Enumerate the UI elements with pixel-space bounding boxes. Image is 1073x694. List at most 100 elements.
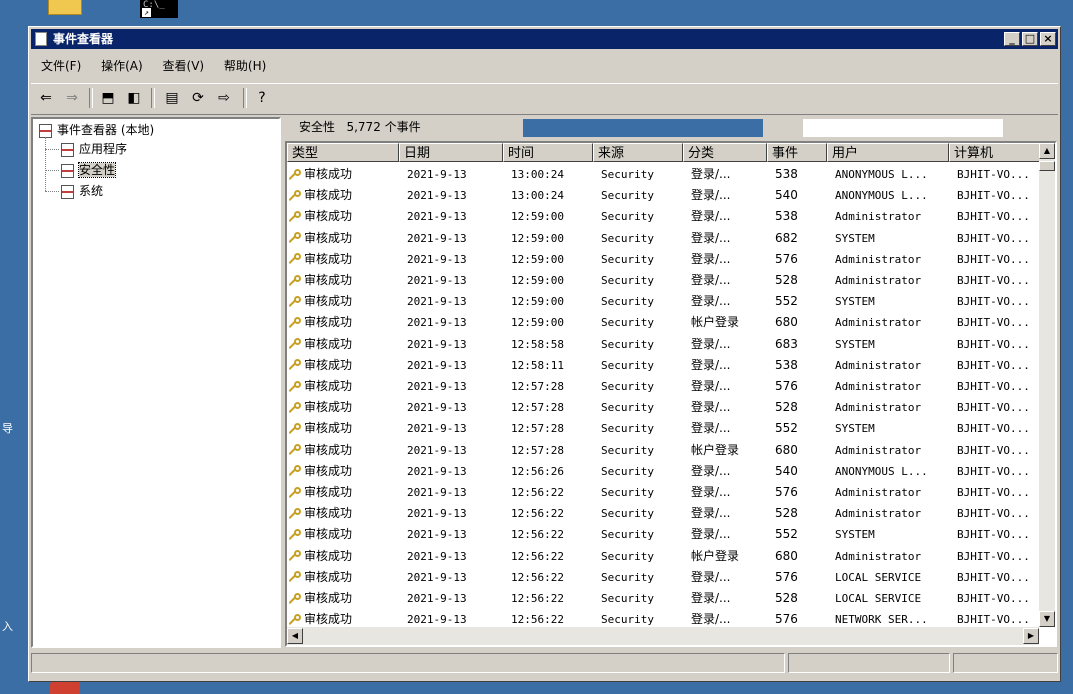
table-row[interactable]: 审核成功 2021-9-13 12:57:28 Security 登录/... 552 SY… — [287, 418, 1039, 439]
cell-4: 登录/... — [691, 485, 731, 499]
cell-4: 登录/... — [691, 230, 731, 245]
cell-2: 12:56:22 — [511, 486, 564, 499]
column-header[interactable]: 分类 — [683, 143, 767, 162]
cell-6: Administrator — [835, 210, 922, 224]
tree-item-application[interactable]: 应用程序 — [61, 140, 127, 158]
scroll-thumb[interactable] — [1039, 161, 1055, 171]
cell-6: Administrator — [835, 401, 922, 415]
table-row[interactable]: 审核成功 2021-9-13 12:58:11 Security 登录/... 538 Ad… — [287, 355, 1039, 376]
table-row[interactable]: 审核成功 2021-9-13 12:59:00 Security 登录/... 528 Ad… — [287, 270, 1039, 291]
table-row[interactable]: 审核成功 2021-9-13 12:56:22 Security 登录/... 528 LO… — [287, 588, 1039, 609]
cell-5: 680 — [775, 315, 798, 330]
table-row[interactable]: 审核成功 2021-9-13 12:57:28 Security 登录/... 528 Ad… — [287, 397, 1039, 418]
show-tree-icon[interactable]: ◧ — [125, 89, 143, 107]
scroll-up-button[interactable]: ▲ — [1039, 143, 1055, 159]
cell-7: BJHIT-VO... — [957, 549, 1030, 563]
table-row[interactable]: 审核成功 2021-9-13 12:57:28 Security 登录/... 576 Ad… — [287, 376, 1039, 397]
status-panel — [953, 653, 1058, 673]
cell-3: Security — [601, 464, 654, 478]
forward-icon[interactable]: ⇒ — [63, 89, 81, 107]
cell-1: 2021-9-13 — [407, 189, 467, 203]
type-cell: 审核成功 — [289, 206, 393, 227]
cell-4: 登录/... — [691, 251, 731, 266]
horizontal-scrollbar[interactable]: ◀ ▶ — [287, 627, 1039, 645]
audit-success-key-icon — [289, 401, 301, 414]
table-row[interactable]: 审核成功 2021-9-13 12:59:00 Security 登录/... 682 SY… — [287, 228, 1039, 249]
scroll-left-button[interactable]: ◀ — [287, 628, 303, 644]
command-prompt-icon[interactable]: C:\_ ↗ — [140, 0, 178, 18]
menu-help[interactable]: 帮助(H) — [218, 52, 272, 80]
column-header[interactable]: 计算机 — [949, 143, 1041, 162]
toolbar-separator — [89, 88, 93, 108]
table-row[interactable]: 审核成功 2021-9-13 12:59:00 Security 登录/... 538 Ad… — [287, 206, 1039, 227]
export-list-icon[interactable]: ⇨ — [215, 89, 233, 107]
cell-2: 12:56:22 — [511, 507, 564, 521]
title-bar[interactable]: 事件查看器 _ □ × — [31, 29, 1058, 49]
table-row[interactable]: 审核成功 2021-9-13 12:59:00 Security 帐户登录 680 Admi… — [287, 312, 1039, 333]
cell-5: 538 — [775, 357, 798, 372]
scroll-right-button[interactable]: ▶ — [1023, 628, 1039, 644]
cell-1: 2021-9-13 — [407, 210, 467, 224]
tree-line — [45, 191, 59, 192]
tree-item-security[interactable]: 安全性 — [61, 161, 117, 179]
cell-5: 680 — [775, 442, 798, 457]
column-header[interactable]: 来源 — [593, 143, 683, 162]
cell-6: Administrator — [835, 380, 922, 393]
refresh-icon[interactable]: ⟳ — [189, 89, 207, 107]
table-row[interactable]: 审核成功 2021-9-13 12:58:58 Security 登录/... 683 SY… — [287, 334, 1039, 355]
menu-action[interactable]: 操作(A) — [95, 52, 149, 80]
minimize-button[interactable]: _ — [1004, 32, 1020, 46]
cell-5: 528 — [775, 506, 798, 521]
cell-6: SYSTEM — [835, 231, 875, 245]
table-row[interactable]: 审核成功 2021-9-13 12:56:26 Security 登录/... 540 AN… — [287, 461, 1039, 482]
cell-2: 12:59:00 — [511, 252, 564, 266]
table-row[interactable]: 审核成功 2021-9-13 13:00:24 Security 登录/... 538 AN… — [287, 164, 1039, 185]
table-row[interactable]: 审核成功 2021-9-13 12:59:00 Security 登录/... 552 SY… — [287, 291, 1039, 312]
audit-success-key-icon — [289, 232, 301, 244]
table-row[interactable]: 审核成功 2021-9-13 12:56:22 Security 帐户登录 680 Admi… — [287, 546, 1039, 567]
column-header[interactable]: 日期 — [399, 143, 503, 162]
cell-7: BJHIT-VO... — [957, 528, 1030, 542]
column-header[interactable]: 类型 — [287, 143, 399, 162]
type-cell: 审核成功 — [289, 376, 393, 397]
vertical-scrollbar[interactable]: ▲ ▼ — [1039, 143, 1055, 627]
cell-2: 12:59:00 — [511, 295, 564, 309]
column-header[interactable]: 时间 — [503, 143, 593, 162]
table-row[interactable]: 审核成功 2021-9-13 12:56:22 Security 登录/... 576 Ad… — [287, 482, 1039, 503]
menu-file[interactable]: 文件(F) — [35, 52, 87, 80]
toolbar-separator — [243, 88, 247, 108]
audit-success-key-icon — [289, 422, 301, 435]
table-row[interactable]: 审核成功 2021-9-13 12:56:22 Security 登录/... 576 LO… — [287, 567, 1039, 588]
cell-5: 528 — [775, 400, 798, 415]
cell-2: 12:59:00 — [511, 274, 564, 287]
back-icon[interactable]: ⇐ — [37, 89, 55, 107]
menu-view[interactable]: 查看(V) — [157, 52, 211, 80]
type-cell: 审核成功 — [289, 334, 393, 355]
column-header[interactable]: 事件 — [767, 143, 827, 162]
type-cell: 审核成功 — [289, 355, 393, 376]
cell-1: 2021-9-13 — [407, 380, 467, 393]
table-row[interactable]: 审核成功 2021-9-13 12:59:00 Security 登录/... 576 Ad… — [287, 249, 1039, 270]
column-header[interactable]: 用户 — [827, 143, 949, 162]
table-row[interactable]: 审核成功 2021-9-13 12:56:22 Security 登录/... 528 Ad… — [287, 503, 1039, 524]
table-row[interactable]: 审核成功 2021-9-13 13:00:24 Security 登录/... 540 AN… — [287, 185, 1039, 206]
properties-icon[interactable]: ▤ — [163, 89, 181, 107]
tree-root[interactable]: 事件查看器 (本地) — [39, 121, 154, 139]
maximize-button[interactable]: □ — [1022, 32, 1038, 46]
table-row[interactable]: 审核成功 2021-9-13 12:56:22 Security 登录/... 552 SY… — [287, 524, 1039, 545]
table-row[interactable]: 审核成功 2021-9-13 12:57:28 Security 帐户登录 680 Admi… — [287, 440, 1039, 461]
folder-icon[interactable] — [48, 0, 82, 15]
tree-item-system[interactable]: 系统 — [61, 182, 103, 200]
audit-success-key-icon — [289, 295, 301, 308]
cell-7: BJHIT-VO... — [957, 231, 1030, 245]
cell-7: BJHIT-VO... — [957, 401, 1030, 415]
cell-2: 12:57:28 — [511, 443, 564, 457]
up-level-icon[interactable]: ⬒ — [99, 89, 117, 107]
header-bar-blank — [803, 119, 983, 137]
help-icon[interactable]: ? — [253, 89, 271, 107]
audit-success-key-icon — [289, 486, 301, 499]
type-cell: 审核成功 — [289, 567, 393, 588]
close-button[interactable]: × — [1040, 32, 1056, 46]
cell-6: SYSTEM — [835, 295, 875, 309]
scroll-down-button[interactable]: ▼ — [1039, 611, 1055, 627]
